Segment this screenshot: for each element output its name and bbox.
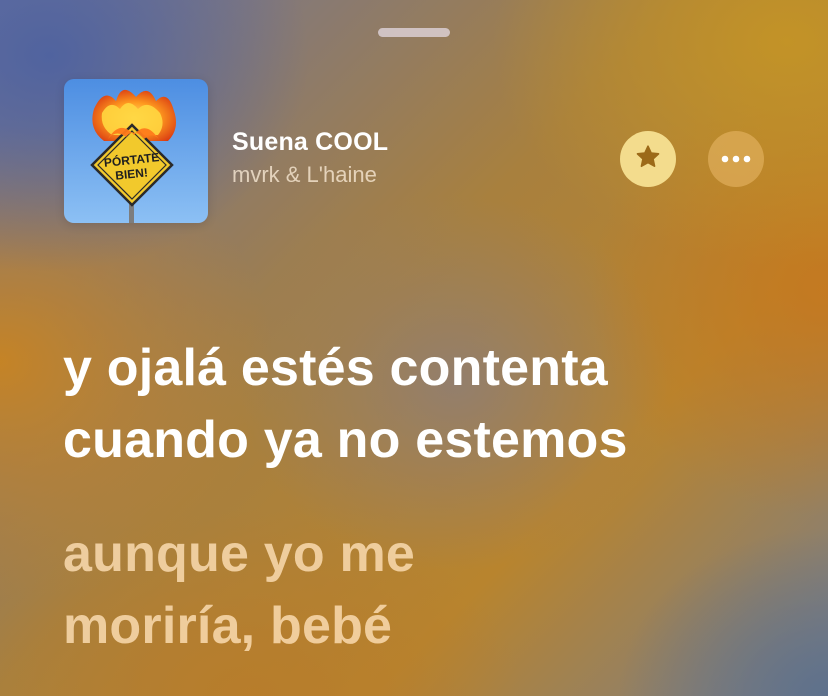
album-artwork[interactable]: PÓRTATE BIEN! xyxy=(64,79,208,223)
lyric-line[interactable]: cuando ya no estemos xyxy=(63,404,783,476)
favorite-button[interactable] xyxy=(620,131,676,187)
more-options-button[interactable] xyxy=(708,131,764,187)
track-artist[interactable]: mvrk & L'haine xyxy=(232,162,377,188)
sheet-grabber-handle[interactable] xyxy=(378,28,450,37)
lyrics-view[interactable]: y ojalá estés contenta cuando ya no este… xyxy=(63,332,783,662)
star-icon xyxy=(634,143,662,176)
track-title[interactable]: Suena COOL xyxy=(232,128,388,157)
lyric-line[interactable]: aunque yo me xyxy=(63,518,783,590)
lyric-line[interactable]: moriría, bebé xyxy=(63,590,783,662)
ellipsis-icon xyxy=(721,150,751,168)
lyric-line[interactable]: y ojalá estés contenta xyxy=(63,332,783,404)
lyric-block-active[interactable]: y ojalá estés contenta cuando ya no este… xyxy=(63,332,783,476)
lyric-block-upcoming[interactable]: aunque yo me moriría, bebé xyxy=(63,518,783,662)
